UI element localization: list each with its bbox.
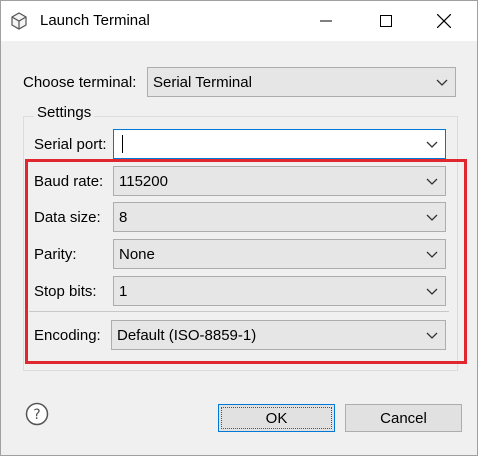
- focus-ring: [221, 407, 332, 429]
- ok-button[interactable]: OK: [218, 404, 335, 432]
- choose-terminal-select[interactable]: Serial Terminal: [147, 67, 456, 97]
- cancel-button[interactable]: Cancel: [345, 404, 462, 432]
- window-title: Launch Terminal: [40, 12, 150, 29]
- choose-terminal-label: Choose terminal:: [23, 74, 137, 91]
- launch-terminal-dialog: Launch Terminal Choose terminal: Serial …: [0, 0, 478, 456]
- minimize-button[interactable]: [303, 1, 349, 41]
- help-icon[interactable]: ?: [25, 402, 49, 426]
- maximize-icon: [380, 15, 392, 27]
- settings-group-title: Settings: [34, 104, 95, 121]
- title-bar: Launch Terminal: [1, 1, 477, 41]
- text-caret: [122, 135, 123, 153]
- highlight-box: [25, 159, 467, 364]
- choose-terminal-value: Serial Terminal: [153, 74, 252, 91]
- serial-port-combo[interactable]: [113, 129, 446, 159]
- serial-port-label: Serial port:: [34, 136, 107, 153]
- chevron-down-icon: [436, 79, 448, 86]
- cancel-button-label: Cancel: [380, 409, 427, 427]
- maximize-button[interactable]: [363, 1, 409, 41]
- terminal-app-icon: [11, 12, 27, 30]
- chevron-down-icon: [426, 141, 438, 148]
- close-button[interactable]: [421, 1, 467, 41]
- minimize-icon: [320, 20, 332, 22]
- svg-text:?: ?: [33, 407, 40, 423]
- close-icon: [437, 14, 451, 28]
